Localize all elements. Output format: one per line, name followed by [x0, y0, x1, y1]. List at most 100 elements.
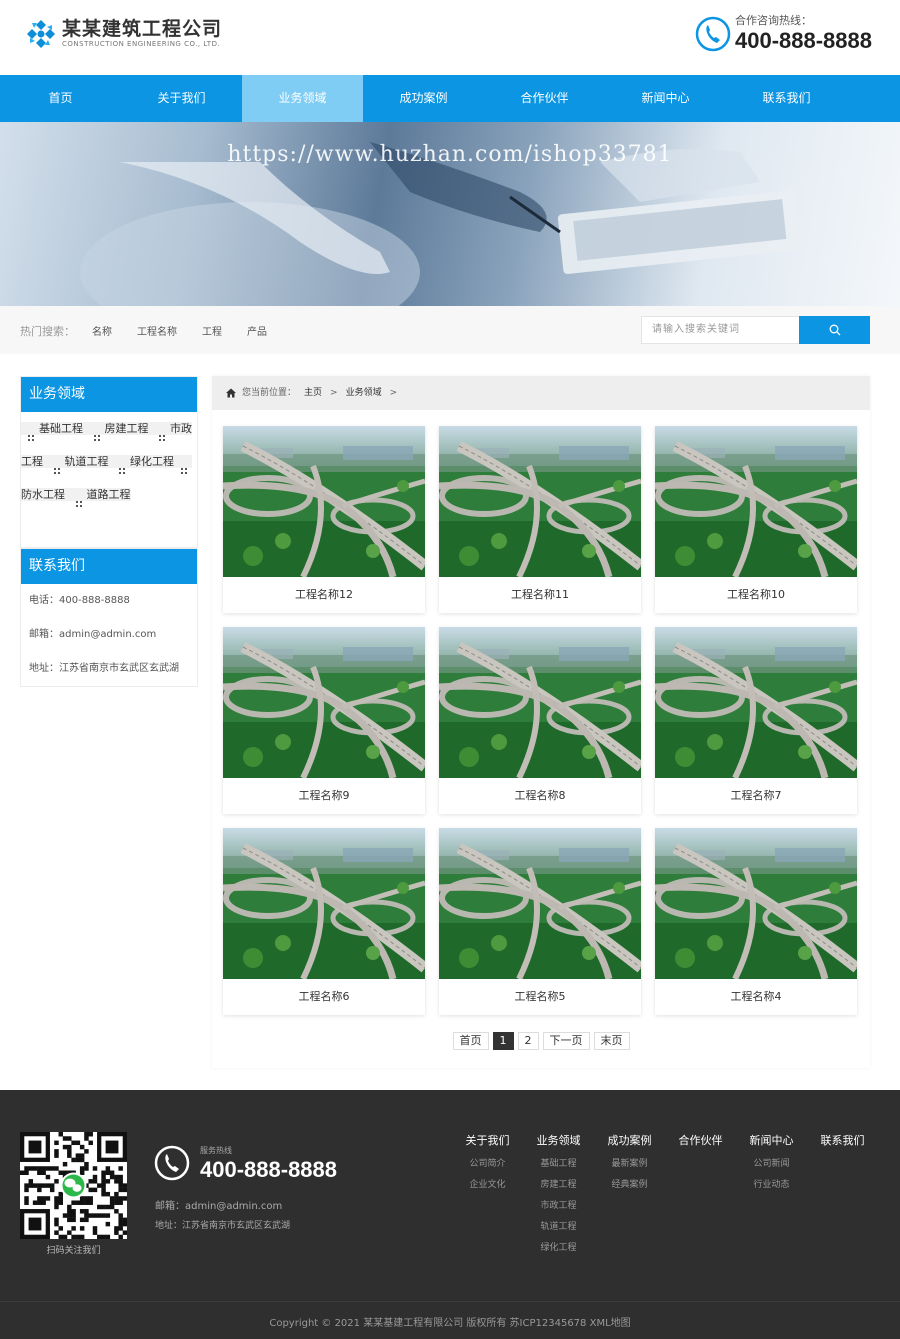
- site-header: 某某建筑工程公司 CONSTRUCTION ENGINEERING CO., L…: [0, 0, 900, 75]
- footer-col-cases: 成功案例 最新案例 经典案例: [594, 1132, 665, 1259]
- sidebar-item-road[interactable]: 道路工程: [68, 488, 131, 507]
- sidebar-item-foundation[interactable]: 基础工程: [21, 422, 87, 441]
- footer-link[interactable]: 房建工程: [523, 1175, 594, 1196]
- hot-word[interactable]: 工程: [202, 323, 222, 338]
- footer-link[interactable]: 经典案例: [594, 1175, 665, 1196]
- project-title[interactable]: 工程名称11: [439, 577, 641, 613]
- nav-partners[interactable]: 合作伙伴: [484, 75, 605, 122]
- project-image[interactable]: [655, 426, 857, 577]
- breadcrumb-business[interactable]: 业务领域: [346, 376, 382, 410]
- footer-link[interactable]: 轨道工程: [523, 1217, 594, 1238]
- project-title[interactable]: 工程名称5: [439, 979, 641, 1015]
- footer-nav: 关于我们 公司简介 企业文化 业务领域 基础工程 房建工程 市政工程 轨道工程 …: [452, 1132, 878, 1259]
- footer-col-title[interactable]: 成功案例: [594, 1132, 665, 1150]
- sidebar-item-greening[interactable]: 绿化工程: [112, 455, 174, 474]
- contact-box: 联系我们 电话：400-888-8888 邮箱：admin@admin.com …: [20, 548, 198, 687]
- footer-link[interactable]: 行业动态: [736, 1175, 807, 1196]
- bullet-icon: [93, 435, 100, 441]
- site-footer: 扫码关注我们 服务热线 400-888-8888 邮箱：admin@admin.…: [0, 1090, 900, 1339]
- breadcrumb-home[interactable]: 主页: [304, 376, 322, 410]
- nav-news[interactable]: 新闻中心: [605, 75, 726, 122]
- logo-title: 某某建筑工程公司: [62, 18, 223, 40]
- page-1[interactable]: 1: [492, 1032, 514, 1050]
- hotline-label: 合作咨询热线：: [734, 14, 812, 27]
- hot-word[interactable]: 产品: [247, 323, 267, 338]
- project-image[interactable]: [439, 627, 641, 778]
- breadcrumb-sep: >: [389, 388, 398, 398]
- footer-link[interactable]: 最新案例: [594, 1154, 665, 1175]
- project-card[interactable]: 工程名称9: [223, 627, 425, 814]
- project-card[interactable]: 工程名称11: [439, 426, 641, 613]
- logo[interactable]: 某某建筑工程公司 CONSTRUCTION ENGINEERING CO., L…: [26, 18, 222, 49]
- project-title[interactable]: 工程名称10: [655, 577, 857, 613]
- phone-icon: [154, 1145, 190, 1181]
- phone-icon: [695, 16, 731, 52]
- category-box: 业务领域 基础工程 房建工程 市政工程 轨道工程 绿化工程 防水工程 道路工程: [20, 376, 198, 548]
- search-button[interactable]: [799, 316, 870, 344]
- nav-about[interactable]: 关于我们: [121, 75, 242, 122]
- footer-link[interactable]: 公司新闻: [736, 1154, 807, 1175]
- contact-phone: 电话：400-888-8888: [29, 595, 130, 606]
- sidebar-item-building[interactable]: 房建工程: [86, 422, 152, 441]
- footer-link[interactable]: 基础工程: [523, 1154, 594, 1175]
- project-image[interactable]: [439, 426, 641, 577]
- hotline-number: 400-888-8888: [734, 28, 872, 53]
- bullet-icon: [53, 468, 60, 474]
- footer-link[interactable]: 市政工程: [523, 1196, 594, 1217]
- project-title[interactable]: 工程名称4: [655, 979, 857, 1015]
- project-card[interactable]: 工程名称5: [439, 828, 641, 1015]
- footer-link[interactable]: 绿化工程: [523, 1238, 594, 1259]
- main-content: 您当前位置： 主页 > 业务领域 > 工程名称12 工程名称11 工程名称10 …: [212, 376, 870, 1068]
- footer-link[interactable]: 企业文化: [452, 1175, 523, 1196]
- project-card[interactable]: 工程名称7: [655, 627, 857, 814]
- page-next[interactable]: 下一页: [542, 1032, 590, 1050]
- nav-business[interactable]: 业务领域: [242, 75, 363, 122]
- footer-col-news: 新闻中心 公司新闻 行业动态: [736, 1132, 807, 1259]
- project-image[interactable]: [655, 627, 857, 778]
- search-input[interactable]: 请输入搜索关键词: [641, 316, 799, 344]
- project-image[interactable]: [223, 828, 425, 979]
- project-title[interactable]: 工程名称12: [223, 577, 425, 613]
- banner-image: https://www.huzhan.com/ishop33781: [0, 122, 900, 306]
- project-title[interactable]: 工程名称9: [223, 778, 425, 814]
- project-title[interactable]: 工程名称8: [439, 778, 641, 814]
- project-card[interactable]: 工程名称4: [655, 828, 857, 1015]
- bullet-icon: [28, 435, 34, 441]
- sidebar-item-label: 基础工程: [39, 422, 83, 435]
- project-title[interactable]: 工程名称6: [223, 979, 425, 1015]
- breadcrumb: 您当前位置： 主页 > 业务领域 >: [212, 376, 870, 410]
- bullet-icon: [75, 501, 82, 507]
- sidebar-item-rail[interactable]: 轨道工程: [46, 455, 112, 474]
- hot-word[interactable]: 名称: [92, 323, 112, 338]
- logo-icon: [27, 19, 55, 48]
- project-card[interactable]: 工程名称8: [439, 627, 641, 814]
- search-icon: [829, 324, 840, 336]
- project-card[interactable]: 工程名称6: [223, 828, 425, 1015]
- hot-search-words: 名称 工程名称 工程 产品: [92, 323, 292, 338]
- project-image[interactable]: [655, 828, 857, 979]
- project-card[interactable]: 工程名称12: [223, 426, 425, 613]
- hot-search-label: 热门搜索：: [20, 325, 75, 338]
- hot-word[interactable]: 工程名称: [137, 323, 177, 338]
- project-image[interactable]: [439, 828, 641, 979]
- banner-watermark: https://www.huzhan.com/ishop33781: [227, 142, 673, 167]
- page-last[interactable]: 末页: [593, 1032, 630, 1050]
- footer-col-title[interactable]: 业务领域: [523, 1132, 594, 1150]
- footer-link[interactable]: 公司简介: [452, 1154, 523, 1175]
- project-image[interactable]: [223, 627, 425, 778]
- project-image[interactable]: [223, 426, 425, 577]
- page-first[interactable]: 首页: [452, 1032, 489, 1050]
- footer-col-title[interactable]: 联系我们: [807, 1132, 878, 1150]
- nav-contact[interactable]: 联系我们: [726, 75, 847, 122]
- project-title[interactable]: 工程名称7: [655, 778, 857, 814]
- footer-col-title[interactable]: 合作伙伴: [665, 1132, 736, 1150]
- project-card[interactable]: 工程名称10: [655, 426, 857, 613]
- page-2[interactable]: 2: [517, 1032, 539, 1050]
- footer-col-title[interactable]: 新闻中心: [736, 1132, 807, 1150]
- sidebar-item-label: 房建工程: [104, 422, 149, 435]
- qr-code-icon: [20, 1132, 127, 1239]
- nav-home[interactable]: 首页: [0, 75, 121, 122]
- footer-col-title[interactable]: 关于我们: [452, 1132, 523, 1150]
- qr-caption: 扫码关注我们: [46, 1246, 101, 1256]
- nav-cases[interactable]: 成功案例: [363, 75, 484, 122]
